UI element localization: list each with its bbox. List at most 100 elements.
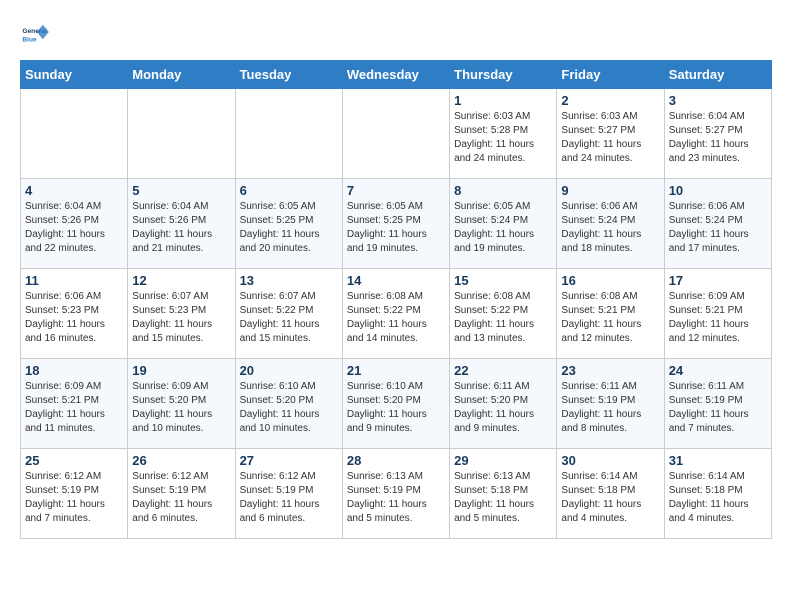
day-info: Sunrise: 6:13 AM Sunset: 5:19 PM Dayligh… bbox=[347, 470, 445, 526]
weekday-header-wednesday: Wednesday bbox=[342, 61, 449, 89]
day-number: 14 bbox=[347, 273, 445, 288]
calendar-body: 1 Sunrise: 6:03 AM Sunset: 5:28 PM Daylig… bbox=[21, 89, 772, 539]
calendar-cell: 27Sunrise: 6:12 AM Sunset: 5:19 PM Dayli… bbox=[235, 449, 342, 539]
weekday-header-tuesday: Tuesday bbox=[235, 61, 342, 89]
calendar-cell: 9Sunrise: 6:06 AM Sunset: 5:24 PM Daylig… bbox=[557, 179, 664, 269]
day-info: Sunrise: 6:11 AM Sunset: 5:19 PM Dayligh… bbox=[669, 380, 767, 436]
calendar-cell: 10 Sunrise: 6:06 AM Sunset: 5:24 PM Dayli… bbox=[664, 179, 771, 269]
weekday-header-monday: Monday bbox=[128, 61, 235, 89]
calendar-cell: 3 Sunrise: 6:04 AM Sunset: 5:27 PM Daylig… bbox=[664, 89, 771, 179]
calendar-cell: 30 Sunrise: 6:14 AM Sunset: 5:18 PM Dayli… bbox=[557, 449, 664, 539]
day-number: 23 bbox=[561, 363, 659, 378]
calendar-table: SundayMondayTuesdayWednesdayThursdayFrid… bbox=[20, 60, 772, 539]
logo-icon: General Blue bbox=[20, 20, 50, 50]
day-number: 24 bbox=[669, 363, 767, 378]
weekday-header-friday: Friday bbox=[557, 61, 664, 89]
weekday-header-saturday: Saturday bbox=[664, 61, 771, 89]
calendar-cell bbox=[235, 89, 342, 179]
svg-text:Blue: Blue bbox=[22, 37, 37, 44]
day-number: 5 bbox=[132, 183, 230, 198]
calendar-cell: 11 Sunrise: 6:06 AM Sunset: 5:23 PM Dayli… bbox=[21, 269, 128, 359]
day-info: Sunrise: 6:07 AM Sunset: 5:22 PM Dayligh… bbox=[240, 290, 338, 346]
calendar-cell: 29 Sunrise: 6:13 AM Sunset: 5:18 PM Dayli… bbox=[450, 449, 557, 539]
calendar-cell: 12 Sunrise: 6:07 AM Sunset: 5:23 PM Dayli… bbox=[128, 269, 235, 359]
calendar-cell: 15 Sunrise: 6:08 AM Sunset: 5:22 PM Dayli… bbox=[450, 269, 557, 359]
day-number: 29 bbox=[454, 453, 552, 468]
week-row-1: 1 Sunrise: 6:03 AM Sunset: 5:28 PM Daylig… bbox=[21, 89, 772, 179]
calendar-cell: 14 Sunrise: 6:08 AM Sunset: 5:22 PM Dayli… bbox=[342, 269, 449, 359]
day-info: Sunrise: 6:11 AM Sunset: 5:19 PM Dayligh… bbox=[561, 380, 659, 436]
day-number: 13 bbox=[240, 273, 338, 288]
day-info: Sunrise: 6:05 AM Sunset: 5:25 PM Dayligh… bbox=[240, 200, 338, 256]
calendar-cell: 1 Sunrise: 6:03 AM Sunset: 5:28 PM Daylig… bbox=[450, 89, 557, 179]
calendar-cell: 24 Sunrise: 6:11 AM Sunset: 5:19 PM Dayli… bbox=[664, 359, 771, 449]
day-info: Sunrise: 6:13 AM Sunset: 5:18 PM Dayligh… bbox=[454, 470, 552, 526]
logo: General Blue bbox=[20, 20, 54, 50]
day-number: 25 bbox=[25, 453, 123, 468]
day-number: 31 bbox=[669, 453, 767, 468]
day-info: Sunrise: 6:06 AM Sunset: 5:24 PM Dayligh… bbox=[669, 200, 767, 256]
calendar-cell bbox=[128, 89, 235, 179]
day-number: 28 bbox=[347, 453, 445, 468]
calendar-cell: 31 Sunrise: 6:14 AM Sunset: 5:18 PM Dayli… bbox=[664, 449, 771, 539]
day-info: Sunrise: 6:09 AM Sunset: 5:21 PM Dayligh… bbox=[669, 290, 767, 346]
day-number: 10 bbox=[669, 183, 767, 198]
weekday-header-thursday: Thursday bbox=[450, 61, 557, 89]
calendar-cell: 16Sunrise: 6:08 AM Sunset: 5:21 PM Dayli… bbox=[557, 269, 664, 359]
day-number: 15 bbox=[454, 273, 552, 288]
calendar-cell: 6Sunrise: 6:05 AM Sunset: 5:25 PM Daylig… bbox=[235, 179, 342, 269]
day-number: 21 bbox=[347, 363, 445, 378]
calendar-cell: 20 Sunrise: 6:10 AM Sunset: 5:20 PM Dayli… bbox=[235, 359, 342, 449]
day-number: 8 bbox=[454, 183, 552, 198]
weekday-header-sunday: Sunday bbox=[21, 61, 128, 89]
week-row-3: 11 Sunrise: 6:06 AM Sunset: 5:23 PM Dayli… bbox=[21, 269, 772, 359]
day-number: 30 bbox=[561, 453, 659, 468]
day-info: Sunrise: 6:04 AM Sunset: 5:27 PM Dayligh… bbox=[669, 110, 767, 166]
day-info: Sunrise: 6:05 AM Sunset: 5:24 PM Dayligh… bbox=[454, 200, 552, 256]
calendar-cell: 5 Sunrise: 6:04 AM Sunset: 5:26 PM Daylig… bbox=[128, 179, 235, 269]
calendar-cell: 21 Sunrise: 6:10 AM Sunset: 5:20 PM Dayli… bbox=[342, 359, 449, 449]
day-number: 18 bbox=[25, 363, 123, 378]
calendar-cell: 28 Sunrise: 6:13 AM Sunset: 5:19 PM Dayli… bbox=[342, 449, 449, 539]
day-info: Sunrise: 6:04 AM Sunset: 5:26 PM Dayligh… bbox=[25, 200, 123, 256]
page-header: General Blue bbox=[20, 20, 772, 50]
day-number: 2 bbox=[561, 93, 659, 108]
day-info: Sunrise: 6:14 AM Sunset: 5:18 PM Dayligh… bbox=[669, 470, 767, 526]
calendar-cell: 25 Sunrise: 6:12 AM Sunset: 5:19 PM Dayli… bbox=[21, 449, 128, 539]
calendar-cell: 4Sunrise: 6:04 AM Sunset: 5:26 PM Daylig… bbox=[21, 179, 128, 269]
day-number: 12 bbox=[132, 273, 230, 288]
day-info: Sunrise: 6:14 AM Sunset: 5:18 PM Dayligh… bbox=[561, 470, 659, 526]
day-info: Sunrise: 6:03 AM Sunset: 5:28 PM Dayligh… bbox=[454, 110, 552, 166]
day-info: Sunrise: 6:05 AM Sunset: 5:25 PM Dayligh… bbox=[347, 200, 445, 256]
day-info: Sunrise: 6:12 AM Sunset: 5:19 PM Dayligh… bbox=[240, 470, 338, 526]
calendar-cell: 2 Sunrise: 6:03 AM Sunset: 5:27 PM Daylig… bbox=[557, 89, 664, 179]
calendar-cell bbox=[21, 89, 128, 179]
calendar-cell: 17 Sunrise: 6:09 AM Sunset: 5:21 PM Dayli… bbox=[664, 269, 771, 359]
day-info: Sunrise: 6:08 AM Sunset: 5:22 PM Dayligh… bbox=[347, 290, 445, 346]
day-number: 19 bbox=[132, 363, 230, 378]
day-number: 22 bbox=[454, 363, 552, 378]
day-info: Sunrise: 6:11 AM Sunset: 5:20 PM Dayligh… bbox=[454, 380, 552, 436]
day-info: Sunrise: 6:06 AM Sunset: 5:23 PM Dayligh… bbox=[25, 290, 123, 346]
week-row-4: 18 Sunrise: 6:09 AM Sunset: 5:21 PM Dayli… bbox=[21, 359, 772, 449]
day-number: 11 bbox=[25, 273, 123, 288]
day-info: Sunrise: 6:03 AM Sunset: 5:27 PM Dayligh… bbox=[561, 110, 659, 166]
week-row-5: 25 Sunrise: 6:12 AM Sunset: 5:19 PM Dayli… bbox=[21, 449, 772, 539]
day-info: Sunrise: 6:10 AM Sunset: 5:20 PM Dayligh… bbox=[240, 380, 338, 436]
day-info: Sunrise: 6:04 AM Sunset: 5:26 PM Dayligh… bbox=[132, 200, 230, 256]
day-number: 1 bbox=[454, 93, 552, 108]
day-info: Sunrise: 6:12 AM Sunset: 5:19 PM Dayligh… bbox=[25, 470, 123, 526]
calendar-cell: 7Sunrise: 6:05 AM Sunset: 5:25 PM Daylig… bbox=[342, 179, 449, 269]
day-info: Sunrise: 6:08 AM Sunset: 5:22 PM Dayligh… bbox=[454, 290, 552, 346]
day-number: 3 bbox=[669, 93, 767, 108]
weekday-row: SundayMondayTuesdayWednesdayThursdayFrid… bbox=[21, 61, 772, 89]
day-number: 20 bbox=[240, 363, 338, 378]
day-info: Sunrise: 6:09 AM Sunset: 5:21 PM Dayligh… bbox=[25, 380, 123, 436]
calendar-cell: 13 Sunrise: 6:07 AM Sunset: 5:22 PM Dayli… bbox=[235, 269, 342, 359]
day-info: Sunrise: 6:12 AM Sunset: 5:19 PM Dayligh… bbox=[132, 470, 230, 526]
day-info: Sunrise: 6:06 AM Sunset: 5:24 PM Dayligh… bbox=[561, 200, 659, 256]
day-info: Sunrise: 6:07 AM Sunset: 5:23 PM Dayligh… bbox=[132, 290, 230, 346]
calendar-cell: 18 Sunrise: 6:09 AM Sunset: 5:21 PM Dayli… bbox=[21, 359, 128, 449]
day-number: 17 bbox=[669, 273, 767, 288]
day-info: Sunrise: 6:10 AM Sunset: 5:20 PM Dayligh… bbox=[347, 380, 445, 436]
